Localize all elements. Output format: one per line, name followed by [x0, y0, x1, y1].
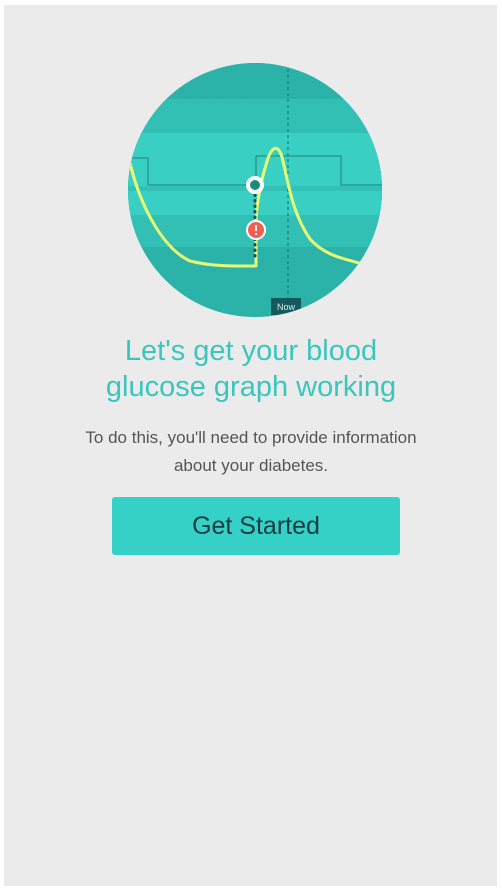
- alert-marker-dot: [255, 233, 257, 235]
- page-title: Let's get your blood glucose graph worki…: [0, 333, 502, 405]
- description-text: To do this, you'll need to provide infor…: [0, 424, 502, 480]
- alert-marker-bang: [255, 225, 257, 231]
- description-line-1: To do this, you'll need to provide infor…: [85, 428, 417, 447]
- now-tag-label: Now: [277, 302, 296, 312]
- title-line-1: Let's get your blood: [124, 335, 378, 367]
- inner-range-band: [128, 133, 382, 215]
- glucose-graph-illustration: Now: [128, 63, 382, 317]
- title-line-2: glucose graph working: [105, 371, 397, 403]
- description-line-2: about your diabetes.: [173, 456, 329, 475]
- get-started-button[interactable]: Get Started: [112, 497, 400, 555]
- glucose-graph-svg: Now: [128, 63, 382, 317]
- reading-marker-icon: [250, 180, 260, 190]
